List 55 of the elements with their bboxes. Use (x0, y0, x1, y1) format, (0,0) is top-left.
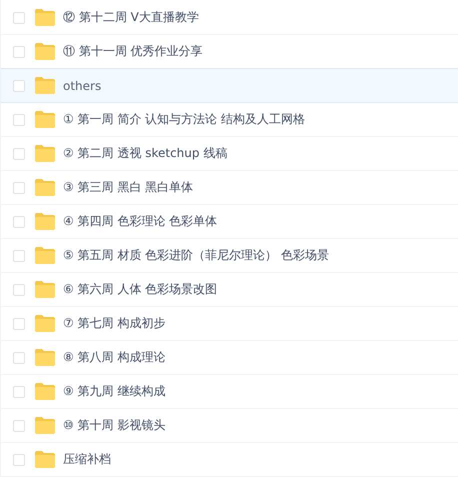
checkbox[interactable] (13, 386, 25, 398)
file-row[interactable]: ⑦ 第七周 构成初步 (1, 307, 458, 341)
folder-icon (35, 247, 55, 264)
file-name[interactable]: ⑦ 第七周 构成初步 (63, 315, 166, 332)
file-row[interactable]: ② 第二周 透视 sketchup 线稿 (1, 137, 458, 171)
checkbox[interactable] (13, 46, 25, 58)
folder-icon (35, 417, 55, 434)
folder-icon (35, 9, 55, 26)
folder-icon (35, 145, 55, 162)
file-row[interactable]: 压缩补档 (1, 443, 458, 477)
file-name[interactable]: 压缩补档 (63, 451, 111, 468)
file-row[interactable]: ⑩ 第十周 影视镜头 (1, 409, 458, 443)
folder-icon (35, 349, 55, 366)
checkbox[interactable] (13, 12, 25, 24)
checkbox[interactable] (13, 114, 25, 126)
file-name[interactable]: ⑤ 第五周 材质 色彩进阶（菲尼尔理论） 色彩场景 (63, 247, 330, 264)
file-name[interactable]: ⑨ 第九周 继续构成 (63, 383, 166, 400)
file-name[interactable]: ② 第二周 透视 sketchup 线稿 (63, 145, 228, 162)
folder-icon (35, 43, 55, 60)
checkbox[interactable] (13, 352, 25, 364)
checkbox[interactable] (13, 454, 25, 466)
folder-icon (35, 213, 55, 230)
checkbox[interactable] (13, 148, 25, 160)
file-row[interactable]: others (1, 68, 458, 103)
file-name[interactable]: ① 第一周 简介 认知与方法论 结构及人工网格 (63, 111, 306, 128)
file-row[interactable]: ④ 第四周 色彩理论 色彩单体 (1, 205, 458, 239)
file-name[interactable]: ⑩ 第十周 影视镜头 (63, 417, 166, 434)
file-name[interactable]: ⑪ 第十一周 优秀作业分享 (63, 43, 203, 60)
file-name[interactable]: ④ 第四周 色彩理论 色彩单体 (63, 213, 218, 230)
folder-icon (35, 281, 55, 298)
file-name[interactable]: ⑧ 第八周 构成理论 (63, 349, 166, 366)
file-name[interactable]: ⑥ 第六周 人体 色彩场景改图 (63, 281, 218, 298)
file-row[interactable]: ⑫ 第十二周 V大直播教学 (1, 1, 458, 35)
folder-icon (35, 315, 55, 332)
folder-icon (35, 383, 55, 400)
file-name[interactable]: others (63, 78, 102, 92)
file-row[interactable]: ① 第一周 简介 认知与方法论 结构及人工网格 (1, 103, 458, 137)
file-name[interactable]: ③ 第三周 黑白 黑白单体 (63, 179, 194, 196)
checkbox[interactable] (13, 284, 25, 296)
checkbox[interactable] (13, 80, 25, 92)
file-row[interactable]: ⑥ 第六周 人体 色彩场景改图 (1, 273, 458, 307)
folder-icon (35, 77, 55, 94)
file-row[interactable]: ⑧ 第八周 构成理论 (1, 341, 458, 375)
folder-icon (35, 451, 55, 468)
checkbox[interactable] (13, 182, 25, 194)
checkbox[interactable] (13, 318, 25, 330)
file-row[interactable]: ⑨ 第九周 继续构成 (1, 375, 458, 409)
checkbox[interactable] (13, 250, 25, 262)
checkbox[interactable] (13, 216, 25, 228)
checkbox[interactable] (13, 420, 25, 432)
folder-icon (35, 179, 55, 196)
file-name[interactable]: ⑫ 第十二周 V大直播教学 (63, 9, 199, 26)
file-row[interactable]: ③ 第三周 黑白 黑白单体 (1, 171, 458, 205)
folder-icon (35, 111, 55, 128)
file-row[interactable]: ⑤ 第五周 材质 色彩进阶（菲尼尔理论） 色彩场景 (1, 239, 458, 273)
